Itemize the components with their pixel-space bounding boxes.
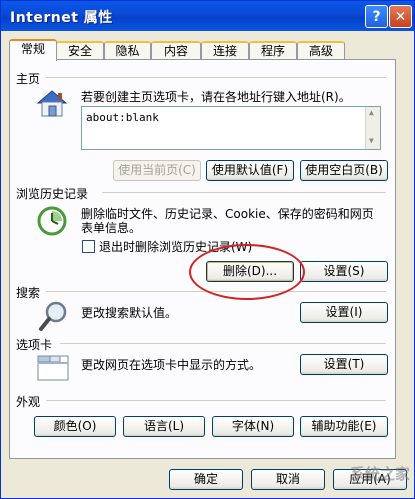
ok-button[interactable]: 确定 bbox=[169, 469, 243, 490]
search-separator bbox=[46, 291, 386, 292]
tab-connections[interactable]: 连接 bbox=[201, 41, 249, 60]
history-description-line2: 表单信息。 bbox=[81, 221, 142, 235]
colors-button[interactable]: 颜色(O) bbox=[34, 416, 116, 437]
internet-options-window: Internet 属性 ? ✕ 常规 安全 隐私 内容 连接 程序 高级 主页 … bbox=[0, 0, 415, 499]
home-page-address-field[interactable]: about:blank ▲ ▼ bbox=[81, 106, 381, 150]
use-blank-button[interactable]: 使用空白页(B) bbox=[300, 160, 388, 181]
tab-advanced[interactable]: 高级 bbox=[297, 41, 345, 60]
tabs-heading: 选项卡 bbox=[16, 338, 53, 352]
history-separator bbox=[102, 192, 386, 193]
watermark-logo: 系统之家 bbox=[349, 465, 410, 483]
scroll-down-icon[interactable]: ▼ bbox=[369, 136, 374, 145]
tab-content[interactable]: 内容 bbox=[151, 41, 201, 60]
delete-on-exit-label: 退出时删除浏览历史记录(W) bbox=[99, 240, 253, 254]
tab-privacy[interactable]: 隐私 bbox=[104, 41, 151, 60]
scroll-up-icon[interactable]: ▲ bbox=[369, 108, 374, 117]
history-clock-icon bbox=[36, 205, 68, 240]
appearance-heading: 外观 bbox=[16, 395, 41, 409]
fonts-button[interactable]: 字体(N) bbox=[212, 416, 294, 437]
tabs-description: 更改网页在选项卡中显示的方式。 bbox=[81, 358, 262, 372]
home-page-address-value: about:blank bbox=[86, 111, 159, 124]
address-scrollbar[interactable]: ▲ ▼ bbox=[365, 107, 380, 149]
home-icon bbox=[36, 87, 68, 122]
search-settings-button[interactable]: 设置(I) bbox=[300, 302, 388, 323]
tab-general[interactable]: 常规 bbox=[9, 39, 57, 61]
magnifier-icon bbox=[38, 299, 70, 336]
cancel-button[interactable]: 取消 bbox=[251, 469, 325, 490]
general-tab-panel: 主页 若要创建主页选项卡，请在各地址行键入地址(R)。 about:blank … bbox=[9, 59, 396, 459]
close-button[interactable]: ✕ bbox=[389, 5, 412, 28]
delete-history-button[interactable]: 删除(D)... bbox=[206, 261, 294, 282]
tabs-separator bbox=[60, 343, 386, 344]
history-heading: 浏览历史记录 bbox=[16, 187, 89, 201]
history-settings-button[interactable]: 设置(S) bbox=[300, 261, 388, 282]
languages-button[interactable]: 语言(L) bbox=[123, 416, 205, 437]
search-heading: 搜索 bbox=[16, 286, 41, 300]
accessibility-button[interactable]: 辅助功能(E) bbox=[300, 416, 388, 437]
delete-on-exit-checkbox[interactable] bbox=[82, 240, 95, 253]
tab-security[interactable]: 安全 bbox=[56, 41, 104, 60]
title-bar[interactable]: Internet 属性 ? ✕ bbox=[1, 1, 414, 31]
use-default-button[interactable]: 使用默认值(F) bbox=[206, 160, 294, 181]
appearance-separator bbox=[46, 400, 386, 401]
home-separator bbox=[46, 77, 386, 78]
search-description: 更改搜索默认值。 bbox=[81, 306, 178, 320]
help-button[interactable]: ? bbox=[365, 5, 388, 28]
window-title: Internet 属性 bbox=[10, 10, 113, 26]
home-description: 若要创建主页选项卡，请在各地址行键入地址(R)。 bbox=[81, 90, 351, 104]
home-heading: 主页 bbox=[16, 72, 41, 86]
tab-programs[interactable]: 程序 bbox=[249, 41, 297, 60]
tabs-settings-button[interactable]: 设置(T) bbox=[300, 354, 388, 375]
tabbed-window-icon bbox=[37, 352, 69, 385]
use-current-button[interactable]: 使用当前页(C) bbox=[113, 160, 201, 181]
